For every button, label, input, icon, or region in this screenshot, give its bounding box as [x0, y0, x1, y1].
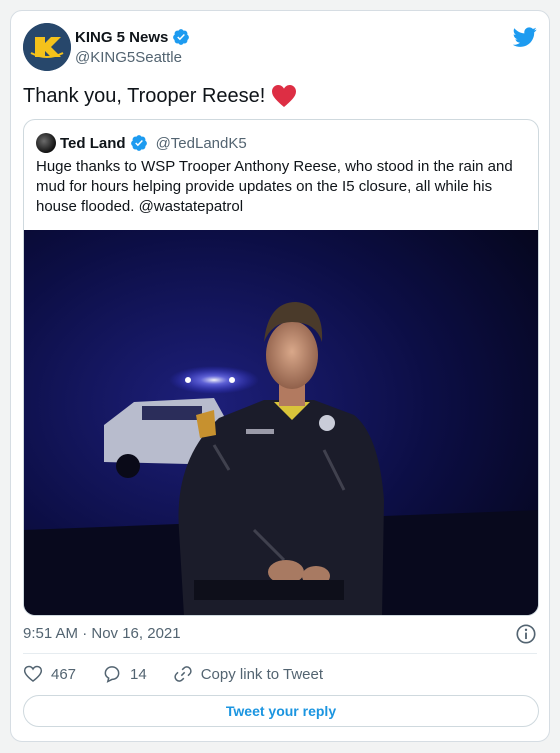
link-icon — [174, 666, 192, 682]
author-name[interactable]: KING 5 News — [75, 29, 168, 46]
reply-button[interactable]: 14 — [102, 664, 147, 684]
tweet-timestamp[interactable]: 9:51 AM · Nov 16, 2021 — [23, 625, 181, 642]
twitter-logo-icon[interactable] — [513, 25, 537, 49]
like-button[interactable]: 467 — [23, 664, 76, 684]
quoted-author-handle[interactable]: @TedLandK5 — [156, 135, 247, 152]
reply-button-label[interactable]: Tweet your reply — [226, 703, 336, 719]
author-name-row[interactable]: KING 5 News — [75, 28, 190, 46]
tweet-card: KING 5 News @KING5Seattle Thank you, Tro… — [10, 10, 550, 742]
tweet-your-reply-button[interactable]: Tweet your reply — [23, 695, 539, 727]
copy-link-label[interactable]: Copy link to Tweet — [201, 666, 323, 683]
quoted-author-avatar[interactable] — [36, 133, 56, 153]
quoted-tweet-text: Huge thanks to WSP Trooper Anthony Reese… — [36, 158, 513, 215]
reply-count: 14 — [130, 665, 147, 683]
quoted-author-row[interactable]: Ted Land @TedLandK5 — [60, 134, 247, 152]
info-icon[interactable] — [515, 623, 537, 645]
heart-outline-icon — [23, 665, 43, 683]
tweet-text-row: Thank you, Trooper Reese! — [23, 84, 297, 108]
tweet-text: Thank you, Trooper Reese! — [23, 84, 266, 107]
quoted-tweet[interactable]: Ted Land @TedLandK5 Huge thanks to WSP T… — [23, 119, 539, 616]
king5-avatar[interactable] — [23, 23, 71, 71]
tweet-actions: 467 14 Copy link to Tweet — [23, 664, 349, 684]
speech-bubble-icon — [104, 666, 120, 683]
quoted-author-name[interactable]: Ted Land — [60, 135, 126, 152]
divider — [23, 653, 537, 654]
author-handle[interactable]: @KING5Seattle — [75, 49, 182, 66]
verified-badge-icon — [130, 135, 147, 151]
red-heart-emoji — [272, 85, 297, 107]
copy-link-button[interactable]: Copy link to Tweet — [173, 664, 323, 684]
tweet-photo[interactable] — [24, 230, 538, 615]
like-count: 467 — [51, 665, 77, 683]
verified-badge-icon — [173, 29, 190, 45]
